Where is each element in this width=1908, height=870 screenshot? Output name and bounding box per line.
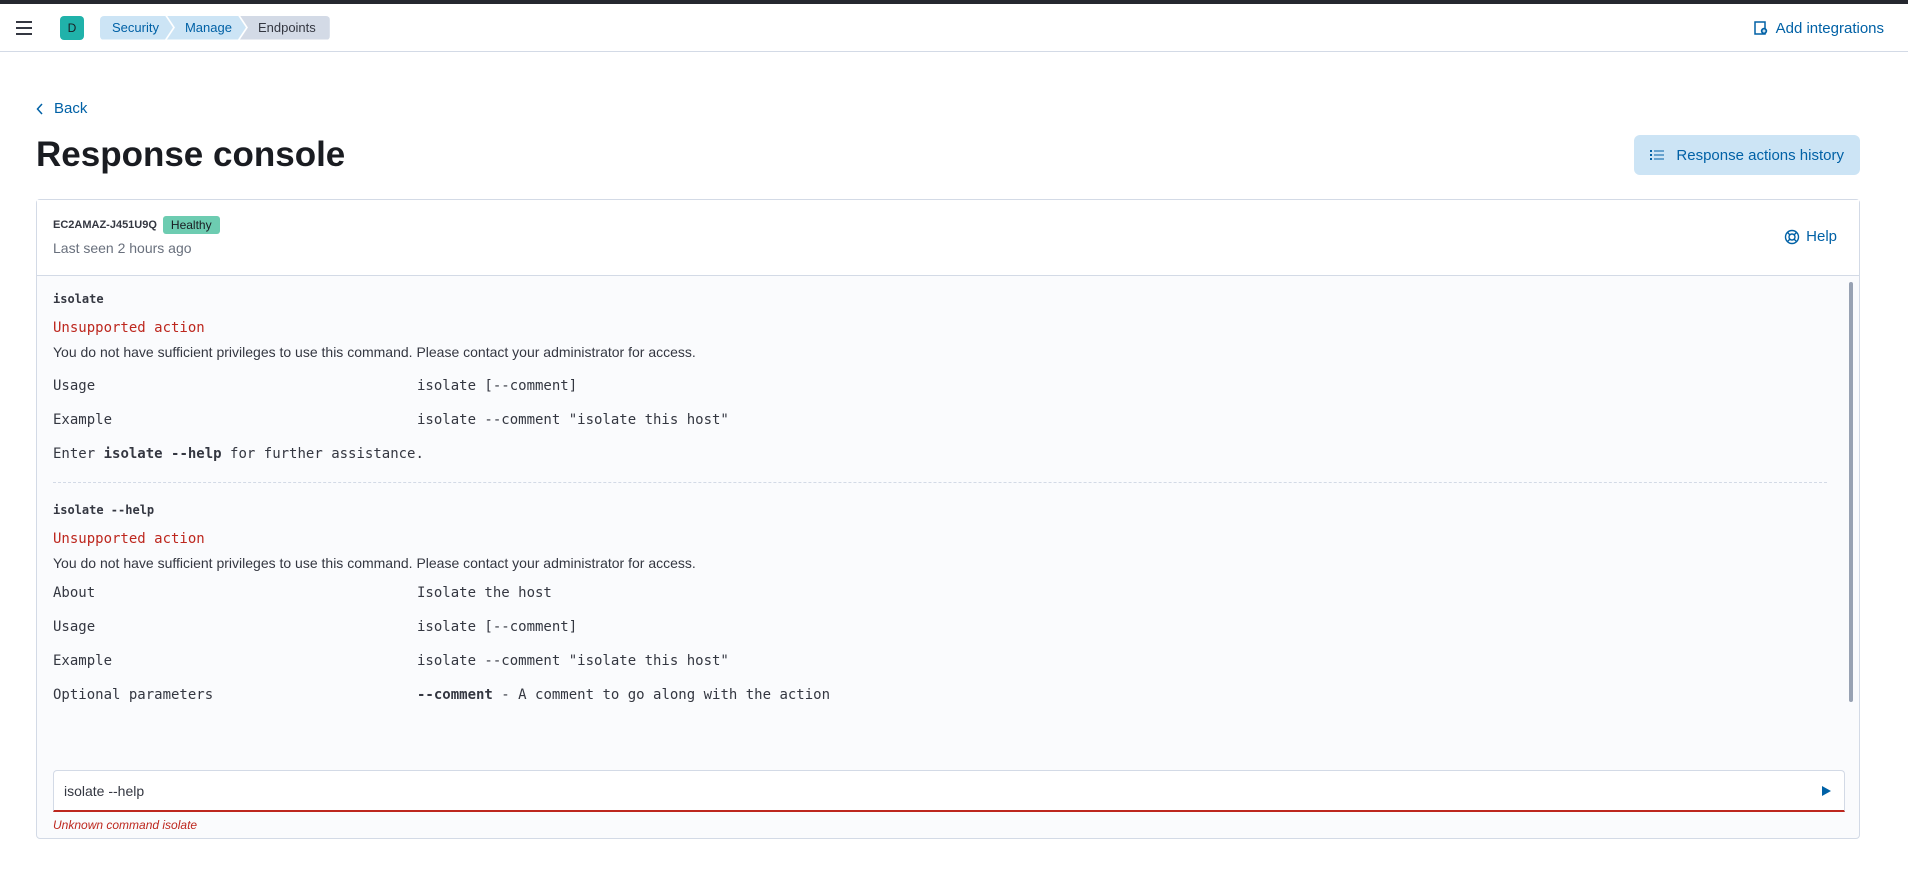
command-input-area[interactable] [53,770,1845,812]
example-label: Example [53,412,113,428]
command-input[interactable] [62,781,1816,800]
entered-command: isolate [53,292,104,306]
input-error-message: Unknown command isolate [53,818,198,832]
example-row: Example isolate --comment "isolate this … [53,653,1843,669]
help-button[interactable]: Help [1784,228,1837,245]
usage-label: Usage [53,378,96,394]
space-avatar[interactable]: D [60,15,84,40]
about-row: About Isolate the host [53,585,1843,601]
optional-param-desc: - A comment to go along with the action [501,687,831,703]
add-integrations-link[interactable]: Add integrations [1753,4,1884,52]
error-title: Unsupported action [53,320,205,336]
hint-prefix: Enter [53,446,96,462]
about-label: About [53,585,96,601]
back-label: Back [54,100,88,117]
add-integrations-label: Add integrations [1775,19,1884,37]
optional-params-row: Optional parameters --comment - A commen… [53,687,1843,703]
help-label: Help [1806,228,1837,245]
help-icon [1784,229,1800,244]
breadcrumb-endpoints: Endpoints [239,15,330,40]
chevron-left-icon [36,102,43,115]
list-icon [1650,150,1665,160]
page-title: Response console [36,135,346,174]
menu-icon[interactable] [16,16,40,40]
last-seen: Last seen 2 hours ago [53,240,192,256]
send-button[interactable] [1816,781,1836,801]
header-bar: D Security Manage Endpoints Add integrat… [0,4,1908,52]
hint-suffix: for further assistance. [230,446,424,462]
error-message: You do not have sufficient privileges to… [53,555,696,571]
status-badge: Healthy [162,216,220,234]
add-integrations-icon [1753,21,1767,35]
error-title: Unsupported action [53,531,205,547]
usage-row: Usage isolate [--comment] [53,378,1843,394]
entered-command: isolate --help [53,503,155,517]
usage-value: isolate [--comment] [417,378,578,394]
console-output[interactable]: isolate Unsupported action You do not ha… [37,276,1859,756]
response-actions-history-button[interactable]: Response actions history [1634,135,1860,175]
usage-value: isolate [--comment] [417,619,578,635]
optional-params-label: Optional parameters [53,687,214,703]
console-entry: isolate --help Unsupported action You do… [53,503,1843,703]
usage-row: Usage isolate [--comment] [53,619,1843,635]
host-name: EC2AMAZ-J451U9Q [53,219,157,231]
help-hint: Enter isolate --help for further assista… [53,446,1843,462]
breadcrumb-manage[interactable]: Manage [167,16,246,40]
example-value: isolate --comment "isolate this host" [417,412,729,428]
usage-label: Usage [53,619,96,635]
breadcrumb-security[interactable]: Security [100,16,173,40]
example-row: Example isolate --comment "isolate this … [53,412,1843,428]
history-button-label: Response actions history [1676,146,1844,164]
breadcrumb: Security Manage Endpoints [100,15,330,40]
console-header: EC2AMAZ-J451U9Q Healthy Last seen 2 hour… [37,200,1859,276]
hint-command: isolate --help [103,446,222,462]
example-label: Example [53,653,113,669]
about-value: Isolate the host [417,585,552,601]
console-entry: isolate Unsupported action You do not ha… [53,292,1843,462]
play-icon [1822,785,1831,796]
optional-param-name: --comment [417,687,493,703]
error-message: You do not have sufficient privileges to… [53,344,696,360]
response-console: EC2AMAZ-J451U9Q Healthy Last seen 2 hour… [36,199,1860,839]
scrollbar[interactable] [1849,282,1853,702]
entry-divider [53,482,1827,483]
example-value: isolate --comment "isolate this host" [417,653,729,669]
back-link[interactable]: Back [36,100,116,117]
